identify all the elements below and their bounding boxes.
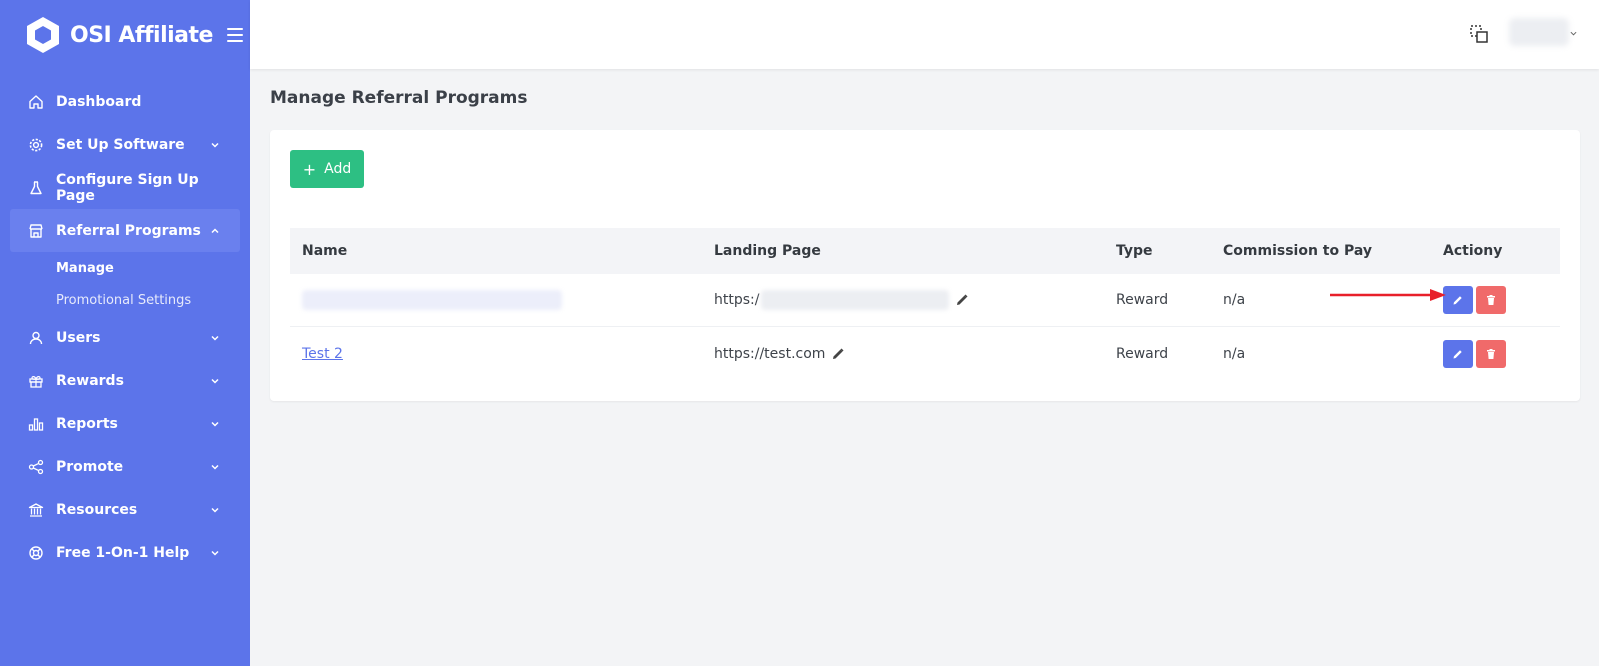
delete-button[interactable] <box>1476 286 1506 314</box>
sidebar-item-label: Rewards <box>56 372 124 389</box>
trash-icon <box>1487 295 1495 305</box>
column-header-type: Type <box>1116 243 1153 259</box>
plus-icon: + <box>302 159 317 179</box>
sidebar: OSI Affiliate Dashboard Set Up Software … <box>0 0 250 666</box>
table-row: Test 2 https://test.com Reward n/a <box>290 327 1560 380</box>
chevron-down-icon <box>211 507 219 513</box>
delete-button[interactable] <box>1476 339 1506 368</box>
chevron-down-icon <box>211 550 219 556</box>
sidebar-item-rewards[interactable]: Rewards <box>0 359 250 402</box>
actions-cell <box>1431 339 1560 368</box>
program-name-cell: Test 2 <box>290 346 702 362</box>
chevron-down-icon[interactable] <box>1570 30 1577 37</box>
sidebar-item-configure-sign-up[interactable]: Configure Sign Up Page <box>0 166 250 209</box>
topbar <box>250 0 1599 69</box>
chevron-down-icon <box>211 378 219 384</box>
brand-name: OSI Affiliate <box>70 22 213 48</box>
sidebar-subitem-manage[interactable]: Manage <box>0 252 250 284</box>
landing-page-url: https:/ <box>714 292 760 308</box>
sidebar-item-label: Dashboard <box>56 93 142 110</box>
column-header-actions: Actiony <box>1443 243 1503 259</box>
logo-icon <box>27 17 59 53</box>
program-name-link[interactable]: Test 2 <box>302 346 343 362</box>
landing-page-url: https://test.com <box>714 345 826 362</box>
sidebar-item-label: Reports <box>56 415 118 432</box>
store-icon <box>28 223 44 239</box>
gift-icon <box>28 373 44 389</box>
commission-cell: n/a <box>1223 345 1246 362</box>
landing-page-url-redacted <box>761 290 950 310</box>
programs-table: Name Landing Page Type Commission to Pay… <box>290 228 1560 380</box>
column-header-name: Name <box>302 243 348 259</box>
chevron-up-icon <box>211 227 219 233</box>
flask-icon <box>28 180 44 196</box>
sidebar-item-reports[interactable]: Reports <box>0 402 250 445</box>
sidebar-item-label: Promote <box>56 458 124 475</box>
copy-icon[interactable] <box>1469 24 1489 44</box>
edit-pencil-icon[interactable] <box>955 293 969 307</box>
edit-button[interactable] <box>1443 286 1473 314</box>
pencil-icon <box>1453 296 1462 305</box>
add-button-label: Add <box>324 161 352 177</box>
edit-pencil-icon[interactable] <box>831 347 845 361</box>
chevron-down-icon <box>211 464 219 470</box>
type-cell: Reward <box>1116 292 1169 308</box>
bank-icon <box>28 502 44 518</box>
sidebar-item-promote[interactable]: Promote <box>0 445 250 488</box>
pencil-icon <box>1453 349 1462 358</box>
program-name-link[interactable] <box>302 290 562 310</box>
table-header: Name Landing Page Type Commission to Pay… <box>290 228 1560 274</box>
brand: OSI Affiliate <box>0 0 250 70</box>
user-icon <box>28 330 44 346</box>
page-title: Manage Referral Programs <box>270 88 528 108</box>
sidebar-nav: Dashboard Set Up Software Configure Sign… <box>0 80 250 574</box>
chevron-down-icon <box>211 335 219 341</box>
sidebar-item-label: Set Up Software <box>56 136 185 153</box>
programs-card: + Add Name Landing Page Type Commission … <box>270 130 1580 401</box>
user-menu[interactable] <box>1509 18 1569 46</box>
gear-icon <box>28 137 44 153</box>
sidebar-item-dashboard[interactable]: Dashboard <box>0 80 250 123</box>
trash-icon <box>1487 348 1495 359</box>
landing-page-cell: https:/ <box>702 290 1104 310</box>
landing-page-cell: https://test.com <box>702 346 1104 362</box>
type-cell: Reward <box>1116 345 1169 362</box>
edit-button[interactable] <box>1443 339 1473 368</box>
chevron-down-icon <box>211 142 219 148</box>
annotation-arrow-icon <box>1330 289 1446 301</box>
sidebar-item-label: Free 1-On-1 Help <box>56 544 190 561</box>
share-icon <box>28 459 44 475</box>
menu-toggle-icon[interactable] <box>226 28 243 42</box>
sidebar-item-set-up-software[interactable]: Set Up Software <box>0 123 250 166</box>
sidebar-item-label: Users <box>56 329 101 346</box>
sidebar-item-resources[interactable]: Resources <box>0 488 250 531</box>
actions-cell <box>1431 286 1560 314</box>
sidebar-item-label: Configure Sign Up Page <box>56 171 199 204</box>
add-button[interactable]: + Add <box>290 150 364 188</box>
sidebar-item-label: Resources <box>56 501 138 518</box>
chart-icon <box>28 416 44 432</box>
sidebar-item-users[interactable]: Users <box>0 316 250 359</box>
chevron-down-icon <box>211 421 219 427</box>
program-name-cell <box>290 290 702 310</box>
home-icon <box>28 94 44 110</box>
sidebar-item-free-help[interactable]: Free 1-On-1 Help <box>0 531 250 574</box>
sidebar-item-referral-programs[interactable]: Referral Programs <box>10 209 240 252</box>
lifebuoy-icon <box>28 545 44 561</box>
sidebar-subitem-promotional-settings[interactable]: Promotional Settings <box>0 284 250 316</box>
sidebar-item-label: Referral Programs <box>56 222 201 239</box>
column-header-commission: Commission to Pay <box>1223 243 1373 259</box>
column-header-landing-page: Landing Page <box>714 243 821 259</box>
